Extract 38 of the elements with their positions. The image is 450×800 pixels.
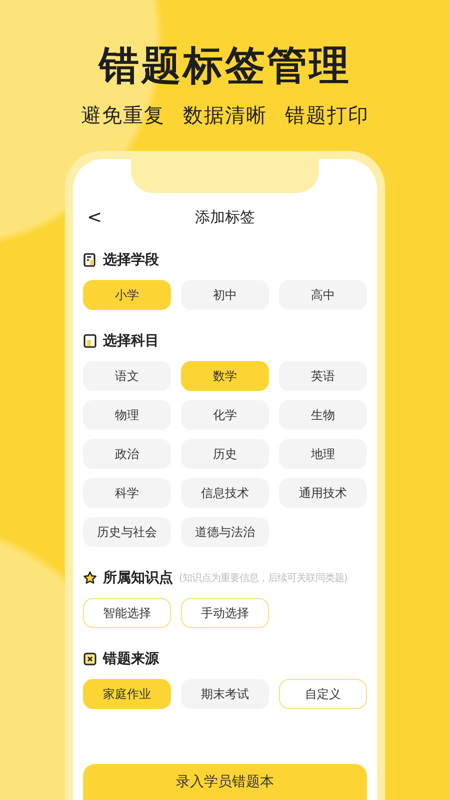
option-chip[interactable]: 科学 (83, 478, 171, 508)
screen-title: 添加标签 (195, 208, 255, 226)
option-chip[interactable]: 信息技术 (181, 478, 269, 508)
section-title: 选择科目 (103, 332, 159, 350)
option-chip[interactable]: 历史与社会 (83, 517, 171, 547)
option-chip[interactable]: 历史 (181, 439, 269, 469)
option-chip[interactable]: 自定义 (279, 679, 367, 709)
option-chip[interactable]: 英语 (279, 361, 367, 391)
tagline: 数据清晰 (183, 102, 267, 129)
document-icon (83, 253, 97, 267)
cross-icon (83, 652, 97, 666)
option-chip[interactable]: 化学 (181, 400, 269, 430)
option-chip[interactable]: 智能选择 (83, 598, 171, 628)
star-icon (83, 571, 97, 585)
section-title: 所属知识点 (103, 569, 173, 587)
headline: 错题标签管理 (99, 42, 351, 91)
option-chip[interactable]: 初中 (181, 280, 269, 310)
section-title: 选择学段 (103, 251, 159, 269)
submit-button[interactable]: 录入学员错题本 (83, 764, 367, 800)
option-chip[interactable]: 生物 (279, 400, 367, 430)
option-chip[interactable]: 高中 (279, 280, 367, 310)
option-chip[interactable]: 期末考试 (181, 679, 269, 709)
option-chip[interactable]: 物理 (83, 400, 171, 430)
option-chip[interactable]: 手动选择 (181, 598, 269, 628)
back-button[interactable]: < (83, 206, 106, 228)
option-chip[interactable]: 政治 (83, 439, 171, 469)
option-chip[interactable]: 家庭作业 (83, 679, 171, 709)
book-icon (83, 334, 97, 348)
section-hint: (知识点为重要信息，后续可关联同类题) (179, 572, 348, 585)
tagline: 避免重复 (81, 102, 165, 129)
tagline: 错题打印 (285, 102, 369, 129)
option-chip[interactable]: 地理 (279, 439, 367, 469)
option-chip[interactable]: 通用技术 (279, 478, 367, 508)
option-chip[interactable]: 道德与法治 (181, 517, 269, 547)
option-chip[interactable]: 小学 (83, 280, 171, 310)
option-chip[interactable]: 语文 (83, 361, 171, 391)
option-chip[interactable]: 数学 (181, 361, 269, 391)
section-title: 错题来源 (103, 650, 159, 668)
